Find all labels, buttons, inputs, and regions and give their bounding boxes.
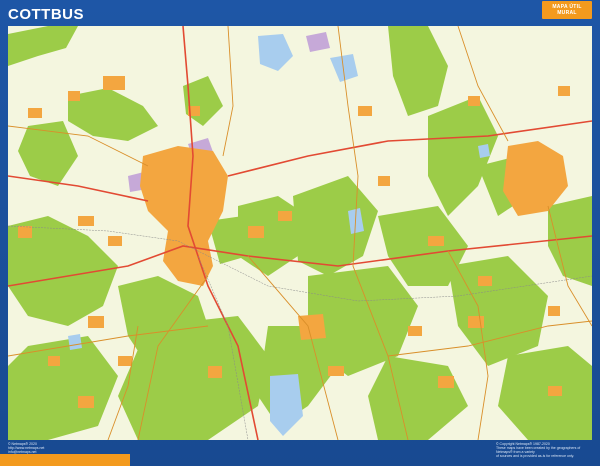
footer-right-line-3: of sources and is provided as-is for ref…: [496, 454, 575, 458]
map-title: COTTBUS: [8, 6, 84, 23]
brand-badge[interactable]: MAPA ÚTIL MURAL: [542, 1, 592, 19]
footer-accent-bar: [0, 454, 130, 466]
footer-credits: © Netmaps® 2020 http://www.netmaps.net i…: [8, 442, 128, 454]
map-svg: [8, 26, 592, 440]
badge-line-2: MURAL: [557, 10, 577, 16]
footer-right-line-2: These maps have been created by the geog…: [496, 446, 581, 454]
footer-copyright: © Copyright Netmaps® 1987-2020 These map…: [496, 442, 592, 458]
map-canvas[interactable]: [8, 26, 592, 440]
